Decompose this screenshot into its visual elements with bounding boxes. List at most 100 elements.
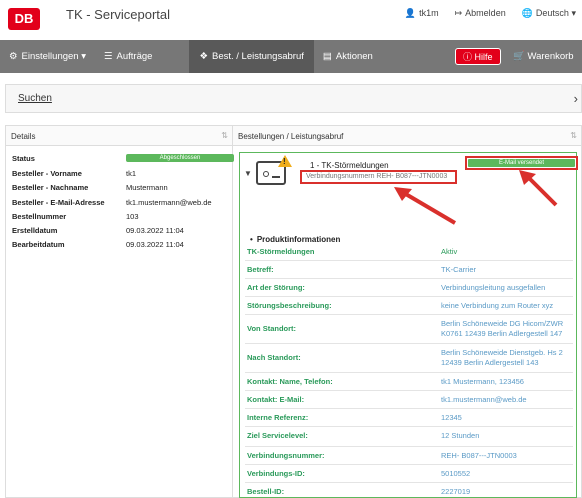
nav-orders-label: Aufträge	[116, 51, 153, 62]
details-header: Details ⇅	[6, 126, 232, 146]
detail-row: Erstelldatum 09.03.2022 11:04	[12, 226, 184, 235]
info-value: tk1.mustermann@web.de	[441, 395, 527, 404]
connection-numbers: Verbindungsnummern REH- B087---JTN0003	[306, 173, 448, 180]
collapse-toggle-icon[interactable]: ▼	[244, 169, 252, 178]
detail-row: Besteller - E-Mail-Adresse tk1.musterman…	[12, 198, 212, 207]
nav-best-leistungsabruf[interactable]: ❖ Best. / Leistungsabruf	[189, 40, 314, 73]
detail-value: Mustermann	[126, 183, 168, 192]
status-badge: Abgeschlossen	[126, 154, 234, 162]
info-label: Kontakt: Name, Telefon:	[247, 377, 333, 386]
info-label: Bestell-ID:	[247, 487, 285, 496]
sort-icon[interactable]: ⇅	[570, 131, 577, 140]
info-value: Verbindungsleitung ausgefallen	[441, 283, 546, 292]
detail-row: Bestellnummer 103	[12, 212, 139, 221]
info-label: Betreff:	[247, 265, 274, 274]
orders-header: Bestellungen / Leistungsabruf ⇅	[233, 126, 581, 146]
info-value: Berlin Schöneweide DG Hicom/ZWR K0761 12…	[441, 319, 563, 339]
info-value: 12345	[441, 413, 462, 422]
nav-actions-label: Aktionen	[335, 51, 373, 62]
detail-value: tk1.mustermann@web.de	[126, 198, 212, 207]
email-sent-highlight: E-Mail versendet	[465, 156, 578, 170]
info-value: 12 Stunden	[441, 431, 480, 440]
nav-actions[interactable]: ▤ Aktionen	[314, 40, 382, 73]
cart-link[interactable]: 🛒 Warenkorb	[513, 40, 574, 73]
portal-title: TK - Serviceportal	[66, 7, 171, 22]
info-label: Von Standort:	[247, 324, 297, 333]
user-name: tk1m	[419, 8, 439, 18]
info-value: 5010552	[441, 469, 471, 478]
nav-settings[interactable]: ⚙ Einstellungen ▾	[0, 40, 95, 73]
cart-icon: 🛒	[513, 51, 528, 62]
info-value: REH- B087---JTN0003	[441, 451, 517, 460]
help-button[interactable]: ⓘ Hilfe	[455, 48, 501, 65]
help-label: Hilfe	[474, 51, 493, 62]
logout-link[interactable]: ↦ Abmelden	[455, 8, 506, 19]
section-title-label: Produktinformationen	[256, 235, 341, 244]
sort-icon[interactable]: ⇅	[221, 131, 228, 140]
warning-icon	[278, 155, 292, 167]
language-select[interactable]: 🌐 Deutsch ▾	[522, 8, 576, 19]
info-value-line: Berlin Schöneweide DG Hicom/ZWR	[441, 319, 564, 328]
top-links: 👤 tk1m ↦ Abmelden 🌐 Deutsch ▾	[405, 8, 576, 19]
info-value: 2227019	[441, 487, 471, 496]
main-nav: ⚙ Einstellungen ▾ ☰ Aufträge ❖ Best. / L…	[0, 40, 582, 73]
annotation-arrow-icon	[394, 187, 457, 225]
detail-value: 09.03.2022 11:04	[126, 240, 184, 249]
details-title: Details	[11, 132, 36, 141]
detail-label: Besteller - E-Mail-Adresse	[12, 198, 105, 207]
info-label: Ziel Servicelevel:	[247, 431, 308, 440]
info-value-line: Berlin Schöneweide Dienstgeb. Hs 2	[441, 348, 563, 357]
chevron-right-icon[interactable]: ›	[574, 91, 578, 106]
connection-numbers-highlight: Verbindungsnummern REH- B087---JTN0003	[300, 170, 457, 184]
status-label: Status	[12, 154, 35, 163]
list-icon: ☰	[104, 51, 113, 62]
info-value: Berlin Schöneweide Dienstgeb. Hs 2 12439…	[441, 348, 563, 368]
details-panel: Details ⇅ Status Abgeschlossen Besteller…	[5, 125, 234, 498]
nav-active-label: Best. / Leistungsabruf	[211, 51, 304, 62]
info-label: Verbindungs-ID:	[247, 469, 305, 478]
detail-label: Besteller - Vorname	[12, 169, 82, 178]
nav-settings-label: Einstellungen	[21, 51, 79, 62]
status-row: Status Abgeschlossen	[12, 154, 234, 163]
tag-icon: ▤	[322, 51, 332, 62]
order-item-title: 1 - TK-Störmeldungen	[310, 161, 389, 170]
language-label: Deutsch	[535, 8, 569, 18]
status-value: Abgeschlossen	[126, 154, 234, 162]
detail-label: Bestellnummer	[12, 212, 67, 221]
search-toggle-label[interactable]: Suchen	[18, 93, 52, 104]
logout-label: Abmelden	[465, 8, 506, 18]
detail-label: Besteller - Nachname	[12, 183, 89, 192]
annotation-arrow-icon	[519, 170, 558, 207]
cart-label: Warenkorb	[527, 51, 574, 62]
order-item: ▼ 1 - TK-Störmeldungen Verbindungsnummer…	[239, 152, 578, 498]
orders-panel: Bestellungen / Leistungsabruf ⇅ ▼ 1 - TK…	[233, 125, 582, 498]
info-label: Nach Standort:	[247, 353, 301, 362]
db-logo[interactable]: DB	[8, 8, 40, 30]
app-header: DB TK - Serviceportal 👤 tk1m ↦ Abmelden 🌐 D…	[0, 0, 582, 40]
cubes-icon: ❖	[199, 51, 208, 62]
info-value: tk1 Mustermann, 123456	[441, 377, 524, 386]
globe-icon: 🌐	[521, 8, 533, 18]
product-name: TK-Störmeldungen	[247, 247, 315, 256]
search-panel[interactable]: Suchen ›	[5, 84, 582, 113]
caret-down-icon: ▾	[571, 8, 576, 18]
info-value-line: K0761 12439 Berlin Adlergestell 147	[441, 329, 563, 338]
info-label: Störungsbeschreibung:	[247, 301, 332, 310]
logout-icon: ↦	[454, 8, 463, 18]
email-sent-badge: E-Mail versendet	[468, 159, 575, 167]
info-label: Kontakt: E-Mail:	[247, 395, 305, 404]
user-menu[interactable]: 👤 tk1m	[405, 8, 439, 19]
user-icon: 👤	[404, 8, 417, 18]
info-icon: ⓘ	[463, 52, 475, 62]
detail-value: tk1	[126, 169, 137, 178]
product-state: Aktiv	[441, 247, 458, 256]
info-value: keine Verbindung zum Router xyz	[441, 301, 554, 310]
orders-title: Bestellungen / Leistungsabruf	[238, 132, 344, 141]
detail-label: Bearbeitdatum	[12, 240, 65, 249]
section-title: • Produktinformationen	[250, 235, 341, 244]
info-value-line: 12439 Berlin Adlergestell 143	[441, 358, 539, 367]
nav-orders[interactable]: ☰ Aufträge	[95, 40, 161, 73]
detail-row: Besteller - Nachname Mustermann	[12, 183, 168, 192]
detail-row: Besteller - Vorname tk1	[12, 169, 136, 178]
detail-label: Erstelldatum	[12, 226, 58, 235]
